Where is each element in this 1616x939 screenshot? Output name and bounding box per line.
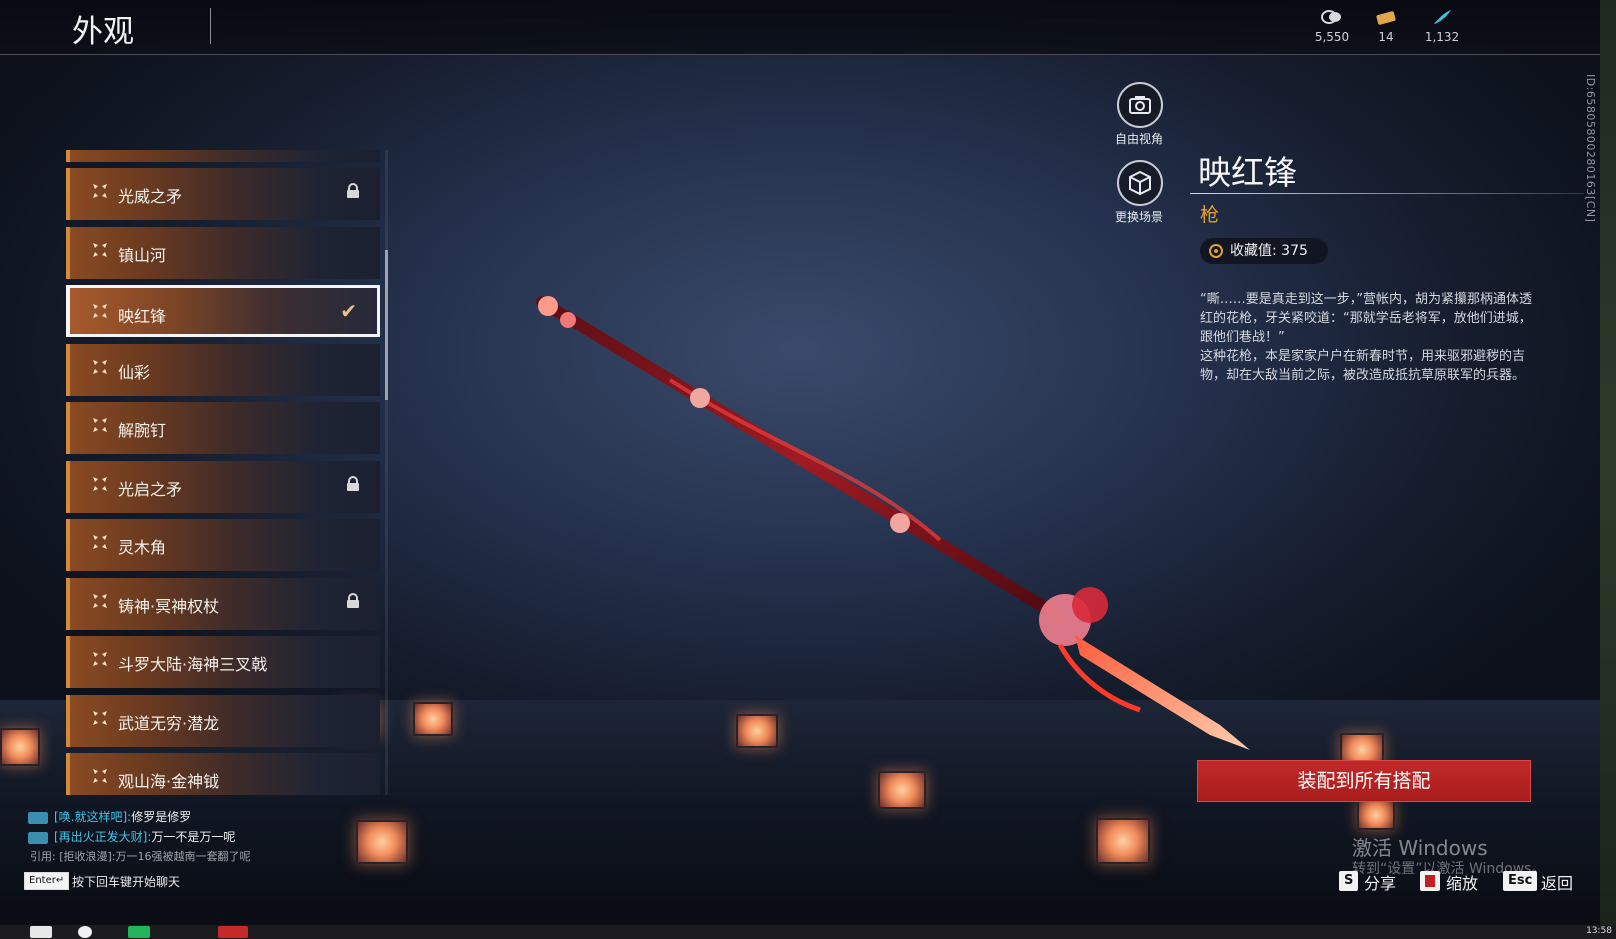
lantern — [356, 820, 408, 864]
list-item-label: 光启之矛 — [118, 479, 183, 499]
weapon-mark-icon — [90, 649, 110, 669]
free-view-label: 自由视角 — [1114, 132, 1163, 146]
list-item-label: 镇山河 — [118, 245, 167, 265]
currency-feathers: 1,132 — [1412, 8, 1472, 44]
lantern — [1096, 818, 1150, 864]
ticket-amount: 14 — [1378, 30, 1394, 44]
spear-model — [536, 296, 1250, 750]
list-item[interactable]: 灵木角 — [66, 519, 380, 571]
weapon-mark-icon — [90, 357, 110, 377]
chat-message: 万一不是万一呢 — [151, 830, 236, 844]
chat-line: [唤.就这样吧]:修罗是修罗 — [28, 808, 191, 825]
taskbar-app-icon[interactable] — [78, 926, 92, 938]
ticket-icon — [1356, 8, 1416, 28]
chat-sender[interactable]: [唤.就这样吧]: — [54, 810, 131, 824]
change-scene-label: 更换场景 — [1114, 210, 1163, 224]
list-item[interactable]: 光启之矛 — [66, 460, 380, 513]
zoom-icon[interactable] — [1420, 871, 1440, 891]
taskbar-app-icon[interactable] — [218, 926, 248, 938]
weapon-mark-icon — [90, 301, 110, 321]
list-item[interactable]: 斗罗大陆·海神三叉戟 — [66, 636, 380, 688]
lantern — [0, 728, 40, 766]
chat-line: [再出火正发大财]:万一不是万一呢 — [28, 828, 235, 845]
chat-channel-icon — [28, 811, 48, 824]
chat-input-hint[interactable]: 按下回车键开始聊天 — [72, 873, 180, 890]
list-scroll-track[interactable] — [385, 150, 388, 795]
list-item-label: 解腕钉 — [118, 421, 167, 440]
equip-all-button[interactable]: 装配到所有搭配 — [1197, 760, 1531, 802]
cube-icon — [1129, 170, 1151, 196]
feather-icon — [1412, 8, 1472, 28]
list-item-label: 铸神·冥神权杖 — [118, 596, 220, 616]
esc-key[interactable]: Esc — [1503, 871, 1538, 891]
share-key[interactable]: S — [1339, 871, 1359, 891]
list-item-label: 映红锋 — [118, 307, 167, 326]
share-hint[interactable]: 分享 — [1364, 870, 1396, 894]
top-bar: 外观 5,550 14 1,132 — [0, 0, 1600, 55]
chat-message: 修罗是修罗 — [131, 810, 192, 824]
chat-channel-icon — [28, 831, 48, 844]
list-item[interactable]: 铸神·冥神权杖 — [66, 577, 380, 630]
taskbar-app-icon[interactable] — [128, 926, 150, 938]
weapon-list: 光威之矛镇山河映红锋 ✔ 仙彩解腕钉光启之矛灵木角铸神·冥神权杖斗罗大陆·海神三叉戟… — [66, 150, 382, 795]
list-item[interactable]: 镇山河 — [66, 226, 380, 279]
feather-amount: 1,132 — [1424, 30, 1460, 44]
lock-icon — [346, 592, 360, 609]
taskbar-app-icon[interactable] — [30, 926, 52, 938]
list-item[interactable]: 仙彩 — [66, 343, 380, 396]
chat-sender[interactable]: [再出火正发大财]: — [54, 830, 151, 844]
name-divider — [1190, 193, 1584, 194]
lock-icon — [346, 475, 360, 492]
weapon-mark-icon — [90, 766, 110, 786]
collection-value-badge: 收藏值: 375 — [1200, 238, 1328, 264]
collection-icon — [1209, 244, 1223, 258]
list-item-label: 观山海·金神钺 — [118, 772, 220, 791]
list-item[interactable] — [66, 150, 380, 162]
item-description: “嘶……要是真走到这一步，”营帐内，胡为紧攥那柄通体透红的花枪，牙关紧咬道：“那… — [1200, 292, 1532, 383]
page-title: 外观 — [72, 14, 134, 50]
list-item-label: 武道无穷·潜龙 — [118, 713, 220, 733]
title-divider — [210, 8, 211, 44]
enter-key-icon: Enter↵ — [24, 872, 70, 890]
player-id: ID:658058002801​63[CN] — [1584, 74, 1597, 223]
camera-icon — [1129, 96, 1151, 114]
zoom-hint[interactable]: 缩放 — [1446, 870, 1478, 894]
weapon-mark-icon — [90, 591, 110, 611]
weapon-mark-icon — [90, 532, 110, 552]
list-item-label: 光威之矛 — [118, 187, 183, 206]
desktop-edge — [1600, 0, 1616, 925]
chat-quote: 引用: [拒收浪漫]:万一16强被越南一套翻了呢 — [30, 850, 251, 863]
weapon-mark-icon — [90, 181, 110, 201]
taskbar-clock: 13:58 — [1586, 926, 1612, 936]
change-scene-button[interactable] — [1117, 160, 1163, 206]
list-item[interactable]: 映红锋 ✔ — [66, 285, 380, 337]
list-item[interactable]: 光威之矛 — [66, 168, 380, 220]
coin-icon — [1302, 8, 1362, 28]
lantern — [413, 702, 453, 736]
list-item-label: 仙彩 — [118, 362, 151, 382]
lantern — [1357, 800, 1395, 830]
check-icon: ✔ — [340, 299, 357, 323]
list-item[interactable]: 解腕钉 — [66, 402, 380, 454]
list-item[interactable]: 武道无穷·潜龙 — [66, 694, 380, 747]
currency-tickets: 14 — [1356, 8, 1416, 44]
weapon-mark-icon — [90, 415, 110, 435]
back-hint[interactable]: 返回 — [1541, 870, 1573, 894]
list-item-label: 灵木角 — [118, 538, 167, 557]
lock-icon — [346, 183, 360, 199]
list-item[interactable]: 观山海·金神钺 — [66, 753, 380, 795]
currency-coins: 5,550 — [1302, 8, 1362, 44]
windows-activation-title: 激活 Windows — [1352, 836, 1488, 860]
list-scrollbar[interactable] — [385, 250, 388, 400]
weapon-mark-icon — [90, 708, 110, 728]
list-item-label: 斗罗大陆·海神三叉戟 — [118, 655, 268, 674]
item-name: 映红锋 — [1198, 153, 1297, 192]
coin-amount: 5,550 — [1314, 30, 1350, 44]
collection-value-label: 收藏值: 375 — [1230, 243, 1308, 259]
weapon-mark-icon — [90, 240, 110, 260]
item-type: 枪 — [1200, 204, 1220, 226]
free-view-button[interactable] — [1117, 82, 1163, 128]
weapon-mark-icon — [90, 474, 110, 494]
